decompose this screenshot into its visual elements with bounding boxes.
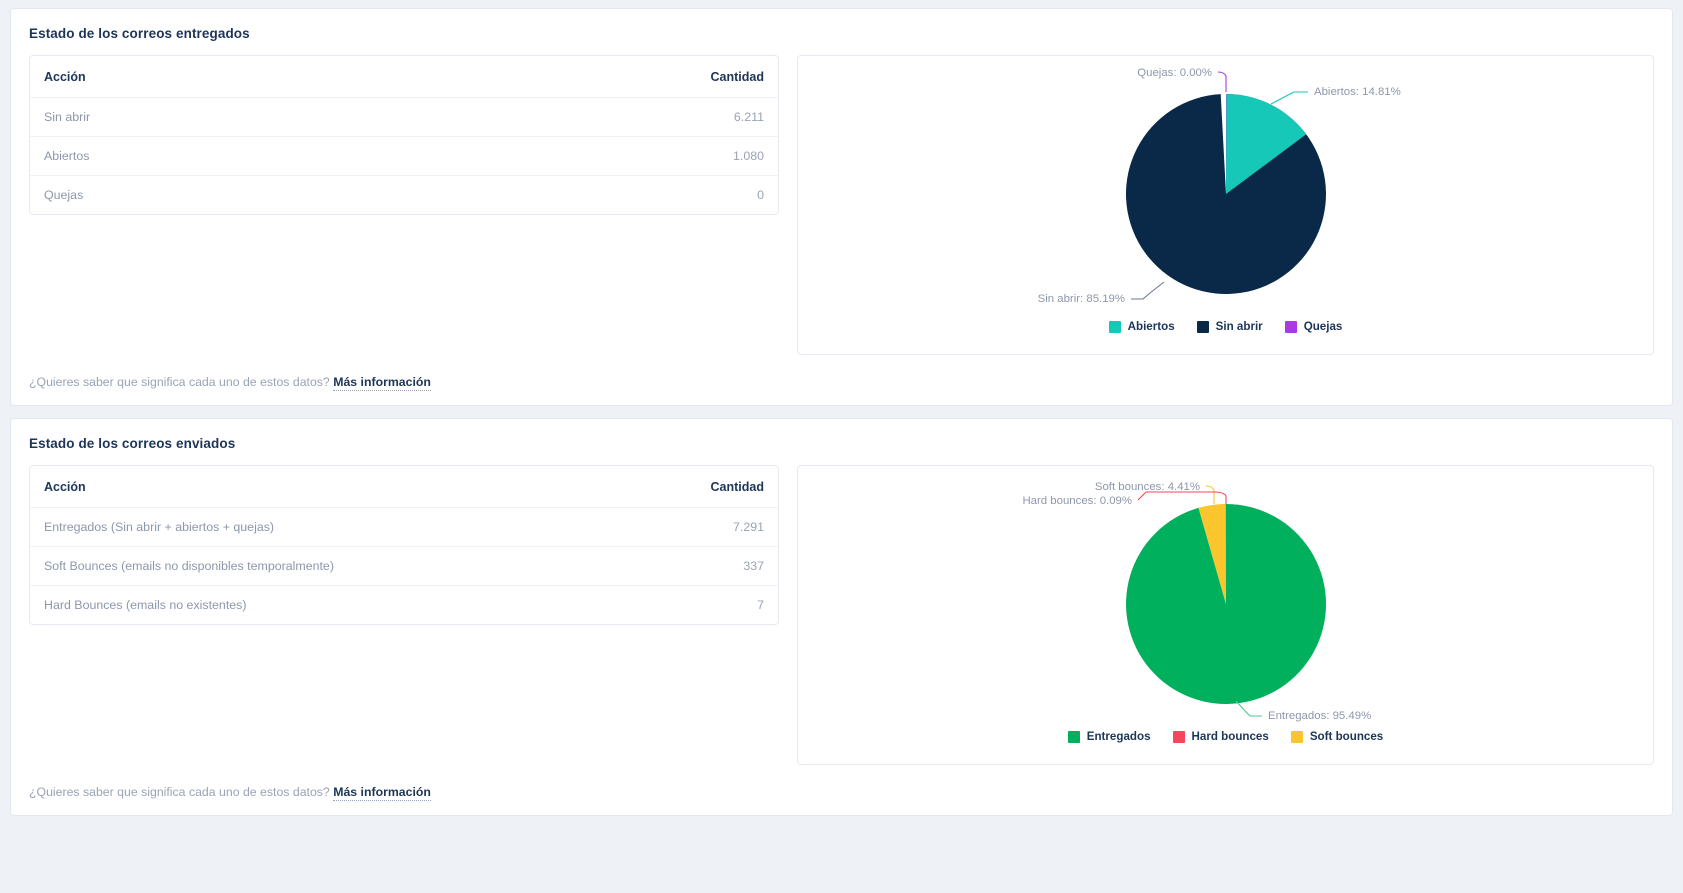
cell-action: Hard Bounces (emails no existentes) <box>30 585 404 624</box>
table-header-row: Acción Cantidad <box>30 56 778 98</box>
legend-item-quejas[interactable]: Quejas <box>1284 320 1343 333</box>
cell-amount: 6.211 <box>404 97 778 137</box>
card-correos-enviados: Estado de los correos enviados Acción Ca… <box>10 418 1673 816</box>
leader-line-quejas <box>1217 71 1227 92</box>
leader-line-sin-abrir <box>1130 281 1164 300</box>
footer-text: ¿Quieres saber que significa cada uno de… <box>29 375 330 389</box>
table-row: Soft Bounces (emails no disponibles temp… <box>30 546 778 586</box>
leader-line-abiertos <box>1270 91 1308 105</box>
pie-label-entregados: Entregados: 95.49% <box>1268 710 1371 722</box>
page-title-enviados: Estado de los correos enviados <box>29 436 236 451</box>
more-info-link[interactable]: Más información <box>333 375 431 391</box>
pie-label-sin-abrir: Sin abrir: 85.19% <box>1037 293 1124 305</box>
chart-panel-entregados: Quejas: 0.00% Abiertos: 14.81% Sin abrir… <box>797 55 1654 355</box>
card-correos-entregados: Estado de los correos entregados Acción … <box>10 8 1673 406</box>
pie-chart-enviados: Soft bounces: 4.41% Hard bounces: 0.09% … <box>1022 481 1371 722</box>
column-header-cantidad: Cantidad <box>404 56 778 98</box>
pie-slice-entregados[interactable] <box>1125 504 1326 704</box>
card-footer-entregados: ¿Quieres saber que significa cada uno de… <box>11 355 1672 405</box>
table-row: Quejas 0 <box>30 175 778 214</box>
leader-line-hard-bounces <box>1137 491 1227 504</box>
card-body-entregados: Acción Cantidad Sin abrir 6.211 Abiertos… <box>11 41 1672 355</box>
leader-line-soft-bounces <box>1205 485 1215 504</box>
legend-item-sin-abrir[interactable]: Sin abrir <box>1196 320 1263 333</box>
chart-panel-enviados: Soft bounces: 4.41% Hard bounces: 0.09% … <box>797 465 1654 765</box>
legend-swatch-icon <box>1196 320 1209 333</box>
table-row: Entregados (Sin abrir + abiertos + queja… <box>30 507 778 547</box>
cell-action: Quejas <box>30 175 404 214</box>
chart-legend-entregados: Abiertos Sin abrir Quejas <box>1108 320 1343 347</box>
table-correos-entregados: Acción Cantidad Sin abrir 6.211 Abiertos… <box>29 55 779 215</box>
pie-label-abiertos: Abiertos: 14.81% <box>1314 86 1401 98</box>
legend-label: Soft bounces <box>1309 730 1384 743</box>
card-footer-enviados: ¿Quieres saber que significa cada uno de… <box>11 765 1672 815</box>
pie-label-hard-bounces: Hard bounces: 0.09% <box>1022 495 1132 507</box>
table-row: Sin abrir 6.211 <box>30 97 778 137</box>
column-header-cantidad: Cantidad <box>404 466 778 508</box>
page-title-entregados: Estado de los correos entregados <box>29 26 250 41</box>
legend-item-entregados[interactable]: Entregados <box>1067 730 1151 743</box>
cell-amount: 1.080 <box>404 136 778 176</box>
legend-item-hard-bounces[interactable]: Hard bounces <box>1172 730 1269 743</box>
cell-amount: 7.291 <box>404 507 778 547</box>
legend-swatch-icon <box>1290 730 1303 743</box>
chart-legend-enviados: Entregados Hard bounces Soft bounces <box>1067 730 1384 757</box>
legend-label: Quejas <box>1303 320 1343 333</box>
legend-swatch-icon <box>1284 320 1297 333</box>
legend-item-abiertos[interactable]: Abiertos <box>1108 320 1175 333</box>
table-row: Abiertos 1.080 <box>30 136 778 176</box>
legend-swatch-icon <box>1172 730 1185 743</box>
pie-label-quejas: Quejas: 0.00% <box>1137 67 1212 79</box>
table-header-row: Acción Cantidad <box>30 466 778 508</box>
legend-swatch-icon <box>1108 320 1121 333</box>
leader-line-entregados <box>1235 700 1262 717</box>
dashboard-page: Estado de los correos entregados Acción … <box>0 0 1683 893</box>
legend-swatch-icon <box>1067 730 1080 743</box>
table-correos-enviados: Acción Cantidad Entregados (Sin abrir + … <box>29 465 779 625</box>
pie-chart-entregados: Quejas: 0.00% Abiertos: 14.81% Sin abrir… <box>1037 67 1401 305</box>
cell-action: Entregados (Sin abrir + abiertos + queja… <box>30 507 404 547</box>
cell-action: Soft Bounces (emails no disponibles temp… <box>30 546 404 586</box>
cell-amount: 0 <box>404 175 778 214</box>
cell-action: Sin abrir <box>30 97 404 137</box>
cell-amount: 337 <box>404 546 778 586</box>
legend-label: Abiertos <box>1127 320 1175 333</box>
column-header-accion: Acción <box>30 56 404 98</box>
legend-label: Sin abrir <box>1215 320 1263 333</box>
cell-action: Abiertos <box>30 136 404 176</box>
legend-item-soft-bounces[interactable]: Soft bounces <box>1290 730 1384 743</box>
legend-label: Entregados <box>1086 730 1151 743</box>
legend-label: Hard bounces <box>1191 730 1269 743</box>
pie-label-soft-bounces: Soft bounces: 4.41% <box>1094 481 1199 493</box>
column-header-accion: Acción <box>30 466 404 508</box>
table-row: Hard Bounces (emails no existentes) 7 <box>30 585 778 624</box>
card-body-enviados: Acción Cantidad Entregados (Sin abrir + … <box>11 451 1672 765</box>
more-info-link[interactable]: Más información <box>333 785 431 801</box>
cell-amount: 7 <box>404 585 778 624</box>
footer-text: ¿Quieres saber que significa cada uno de… <box>29 785 330 799</box>
